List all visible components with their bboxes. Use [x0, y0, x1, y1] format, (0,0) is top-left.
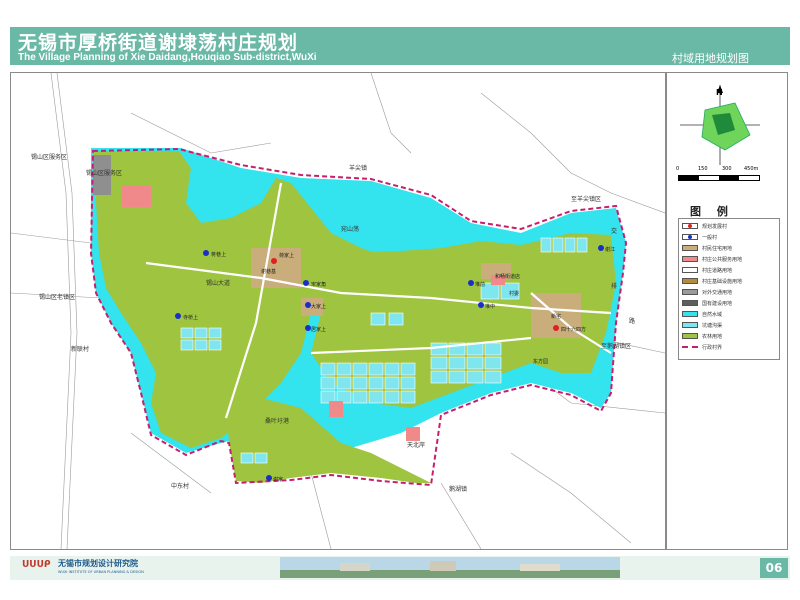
legend-label: 农林用地	[702, 333, 723, 340]
legend-swatch	[682, 333, 698, 339]
label-service-area-2: 锡山区服务区	[86, 169, 122, 177]
institute-logo: ᑌᑌᑌᑭ	[22, 560, 51, 570]
legend-item: 对外交通用地	[682, 288, 732, 296]
legend-item: 行政村界	[682, 343, 722, 351]
legend-swatch	[682, 267, 698, 273]
village-label: 蒋巷上	[211, 251, 226, 258]
page-number: 06	[760, 558, 788, 578]
page-title: 无锡市厚桥街道谢埭荡村庄规划	[18, 32, 299, 54]
legend-label: 坑塘沟渠	[702, 322, 723, 329]
label-xinlian: 新联村	[71, 345, 89, 353]
legend-label: 村民住宅用地	[702, 245, 733, 252]
legend-label: 村庄基础设施用地	[702, 278, 743, 285]
village-label: 和畅街道店	[495, 273, 520, 280]
legend-item: 农林用地	[682, 332, 722, 340]
legend-swatch	[682, 346, 698, 348]
label-to-yangjian: 至羊尖镇区	[571, 195, 601, 203]
scale-label-450: 450m	[744, 166, 759, 172]
village-label: 荷家上	[279, 252, 294, 259]
institute-name: 无锡市规划设计研究院	[58, 559, 138, 568]
institute-name-english: WUXI INSTITUTE OF URBAN PLANNING & DESIG…	[58, 570, 144, 574]
label-pai: 排	[611, 282, 617, 290]
village-label: 东方园	[533, 358, 548, 365]
legend-label: 对外交通用地	[702, 289, 733, 296]
legend-item: 国有建设用地	[682, 299, 732, 307]
label-sangye: 桑叶圩港	[265, 417, 289, 425]
legend-swatch	[682, 256, 698, 262]
label-old-town: 锡山区老镇区	[39, 293, 75, 301]
legend-item: 一般村	[682, 233, 717, 241]
legend-swatch	[682, 311, 698, 317]
village-label: 新宅	[551, 313, 561, 320]
village-label: 谢家	[273, 476, 283, 483]
legend-swatch	[682, 278, 698, 284]
scale-label-150: 150	[698, 166, 708, 172]
legend-swatch	[682, 223, 698, 229]
legend-item: 村庄公共服务用地	[682, 255, 742, 263]
legend-swatch	[682, 245, 698, 251]
village-label: 堆前	[475, 281, 485, 288]
legend-label: 国有建设用地	[702, 300, 733, 307]
north-label: N	[716, 88, 723, 97]
village-label: 四十六四方	[561, 326, 586, 333]
legend-item: 规划发展村	[682, 222, 727, 230]
label-jiao: 交	[611, 227, 617, 235]
legend-item: 村庄基础设施用地	[682, 277, 742, 285]
village-label: 谢江	[605, 246, 615, 253]
legend-title: 图 例	[690, 205, 734, 218]
legend-item: 村民住宅用地	[682, 244, 732, 252]
legend-label: 行政村界	[702, 344, 723, 351]
label-to-ehu: 至鹅湖镇区	[601, 342, 631, 350]
legend-label: 一般村	[702, 234, 718, 241]
label-yangjian: 羊尖镇	[349, 164, 367, 172]
legend-swatch	[682, 234, 698, 240]
label-lake: 宛山荡	[341, 225, 359, 233]
scale-label-300: 300	[722, 166, 732, 172]
map-subtitle: 村域用地规划图	[672, 52, 749, 65]
legend-label: 自然水域	[702, 311, 723, 318]
label-zhongdong: 中东村	[171, 482, 189, 490]
legend-label: 村庄公共服务用地	[702, 256, 743, 263]
legend-swatch	[682, 289, 698, 295]
label-tianbei: 天北岸	[407, 441, 425, 449]
village-label: 堆中	[485, 303, 495, 310]
scale-bar	[678, 175, 760, 181]
page-title-english: The Village Planning of Xie Daidang,Houq…	[18, 52, 317, 63]
village-label: 大家上	[311, 303, 326, 310]
photo-strip	[280, 557, 620, 578]
label-service-area: 锡山区服务区	[31, 153, 67, 161]
label-ehu-town: 鹅湖镇	[449, 485, 467, 493]
legend-label: 规划发展村	[702, 223, 728, 230]
village-label: 谢巷基	[261, 268, 276, 275]
legend-swatch	[682, 300, 698, 306]
label-xishan-road: 锡山大道	[206, 279, 230, 287]
legend-swatch	[682, 322, 698, 328]
legend-label: 村庄道路用地	[702, 267, 733, 274]
land-use-map[interactable]: 锡山区服务区 锡山区服务区 锡山区老镇区 羊尖镇 至羊尖镇区 宛山荡 至鹅湖镇区…	[10, 72, 666, 550]
legend-item: 村庄道路用地	[682, 266, 732, 274]
village-label: 居家上	[311, 326, 326, 333]
village-label: 村委	[509, 290, 519, 297]
map-svg: 锡山区服务区 锡山区服务区 锡山区老镇区 羊尖镇 至羊尖镇区 宛山荡 至鹅湖镇区…	[11, 73, 665, 549]
legend-item: 坑塘沟渠	[682, 321, 722, 329]
locator-map	[680, 85, 760, 165]
village-label: 寺桥上	[183, 314, 198, 321]
scale-label-0: 0	[676, 166, 680, 172]
legend-item: 自然水域	[682, 310, 722, 318]
label-road: 路	[629, 317, 635, 325]
village-label: 宋家角	[311, 281, 326, 288]
